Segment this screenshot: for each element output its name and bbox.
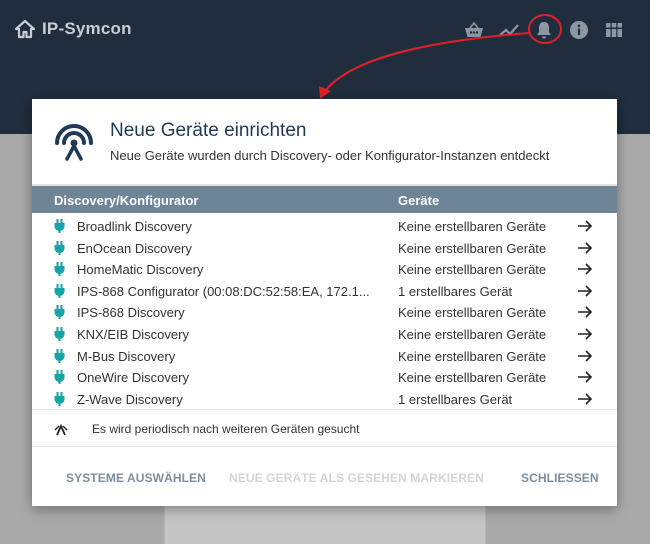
arrow-right-icon[interactable] (577, 328, 593, 340)
arrow-right-icon[interactable] (577, 263, 593, 275)
grid-icon (606, 23, 622, 37)
discovery-name: EnOcean Discovery (77, 240, 192, 256)
new-devices-dialog: Neue Geräte einrichten Neue Geräte wurde… (32, 99, 617, 506)
select-systems-button[interactable]: SYSTEME AUSWÄHLEN (66, 471, 206, 485)
arrow-right-icon[interactable] (577, 306, 593, 318)
plug-icon (54, 326, 65, 341)
table-row[interactable]: Z-Wave Discovery 1 erstellbares Gerät (32, 388, 617, 410)
plug-icon (54, 305, 65, 320)
table-row[interactable]: IPS-868 Configurator (00:08:DC:52:58:EA,… (32, 280, 617, 302)
device-status: Keine erstellbaren Geräte (398, 326, 547, 342)
brand[interactable]: IP-Symcon (14, 17, 132, 41)
column-header-devices[interactable]: Geräte (398, 193, 439, 208)
discovery-name: IPS-868 Discovery (77, 305, 185, 321)
divider (32, 409, 617, 410)
device-status: Keine erstellbaren Geräte (398, 305, 547, 321)
info-button[interactable] (565, 16, 593, 44)
close-button[interactable]: SCHLIESSEN (521, 471, 599, 485)
searching-icon (54, 423, 68, 436)
arrow-right-icon[interactable] (577, 242, 593, 254)
table-row[interactable]: Broadlink Discovery Keine erstellbaren G… (32, 215, 617, 237)
grid-button[interactable] (600, 16, 628, 44)
plug-icon (54, 283, 65, 298)
arrow-right-icon[interactable] (577, 285, 593, 297)
device-status: Keine erstellbaren Geräte (398, 240, 547, 256)
plug-icon (54, 262, 65, 277)
discovery-list: Broadlink Discovery Keine erstellbaren G… (32, 215, 617, 409)
arrow-right-icon[interactable] (577, 220, 593, 232)
page-panel (164, 500, 486, 544)
arrow-right-icon[interactable] (577, 349, 593, 362)
device-status: Keine erstellbaren Geräte (398, 219, 547, 234)
divider (32, 446, 617, 447)
plug-icon (54, 348, 65, 363)
toolbar (460, 16, 635, 44)
table-header: Discovery/Konfigurator Geräte (32, 186, 617, 213)
arrow-right-icon[interactable] (577, 371, 593, 383)
column-header-discovery[interactable]: Discovery/Konfigurator (54, 193, 198, 208)
discovery-name: Z-Wave Discovery (77, 391, 183, 407)
discovery-name: IPS-868 Configurator (00:08:DC:52:58:EA,… (77, 283, 370, 299)
basket-button[interactable] (460, 16, 488, 44)
table-row[interactable]: M-Bus Discovery Keine erstellbaren Gerät… (32, 345, 617, 367)
discovery-name: HomeMatic Discovery (77, 262, 204, 278)
device-status: 1 erstellbares Gerät (398, 283, 513, 299)
device-status: Keine erstellbaren Geräte (398, 262, 547, 278)
device-status: Keine erstellbaren Geräte (398, 370, 547, 386)
discovery-name: KNX/EIB Discovery (77, 326, 189, 342)
discovery-name: Broadlink Discovery (77, 219, 192, 234)
discovery-name: M-Bus Discovery (77, 348, 176, 364)
plug-icon (54, 391, 65, 406)
info-icon (570, 21, 588, 39)
home-icon (14, 19, 36, 39)
plug-icon (54, 240, 65, 255)
table-row[interactable]: HomeMatic Discovery Keine erstellbaren G… (32, 258, 617, 280)
dialog-header: Neue Geräte einrichten Neue Geräte wurde… (32, 99, 617, 185)
table-row[interactable]: KNX/EIB Discovery Keine erstellbaren Ger… (32, 323, 617, 345)
dialog-subtitle: Neue Geräte wurden durch Discovery- oder… (110, 148, 550, 163)
mark-as-seen-button[interactable]: NEUE GERÄTE ALS GESEHEN MARKIEREN (229, 471, 484, 485)
chart-icon (499, 24, 519, 36)
antenna-icon (55, 124, 93, 161)
app-title: IP-Symcon (42, 19, 132, 38)
arrow-right-icon[interactable] (577, 393, 593, 405)
plug-icon (54, 219, 65, 233)
chart-button[interactable] (495, 16, 523, 44)
discovery-name: OneWire Discovery (77, 370, 189, 386)
table-row[interactable]: EnOcean Discovery Keine erstellbaren Ger… (32, 237, 617, 259)
notification-button[interactable] (530, 16, 558, 44)
device-status: Keine erstellbaren Geräte (398, 348, 547, 364)
bell-icon (537, 22, 551, 39)
search-status-text: Es wird periodisch nach weiteren Geräten… (92, 422, 360, 436)
dialog-title: Neue Geräte einrichten (110, 120, 307, 141)
table-row[interactable]: IPS-868 Discovery Keine erstellbaren Ger… (32, 301, 617, 323)
basket-icon (465, 21, 483, 37)
device-status: 1 erstellbares Gerät (398, 391, 513, 407)
plug-icon (54, 370, 65, 385)
table-row[interactable]: OneWire Discovery Keine erstellbaren Ger… (32, 366, 617, 388)
